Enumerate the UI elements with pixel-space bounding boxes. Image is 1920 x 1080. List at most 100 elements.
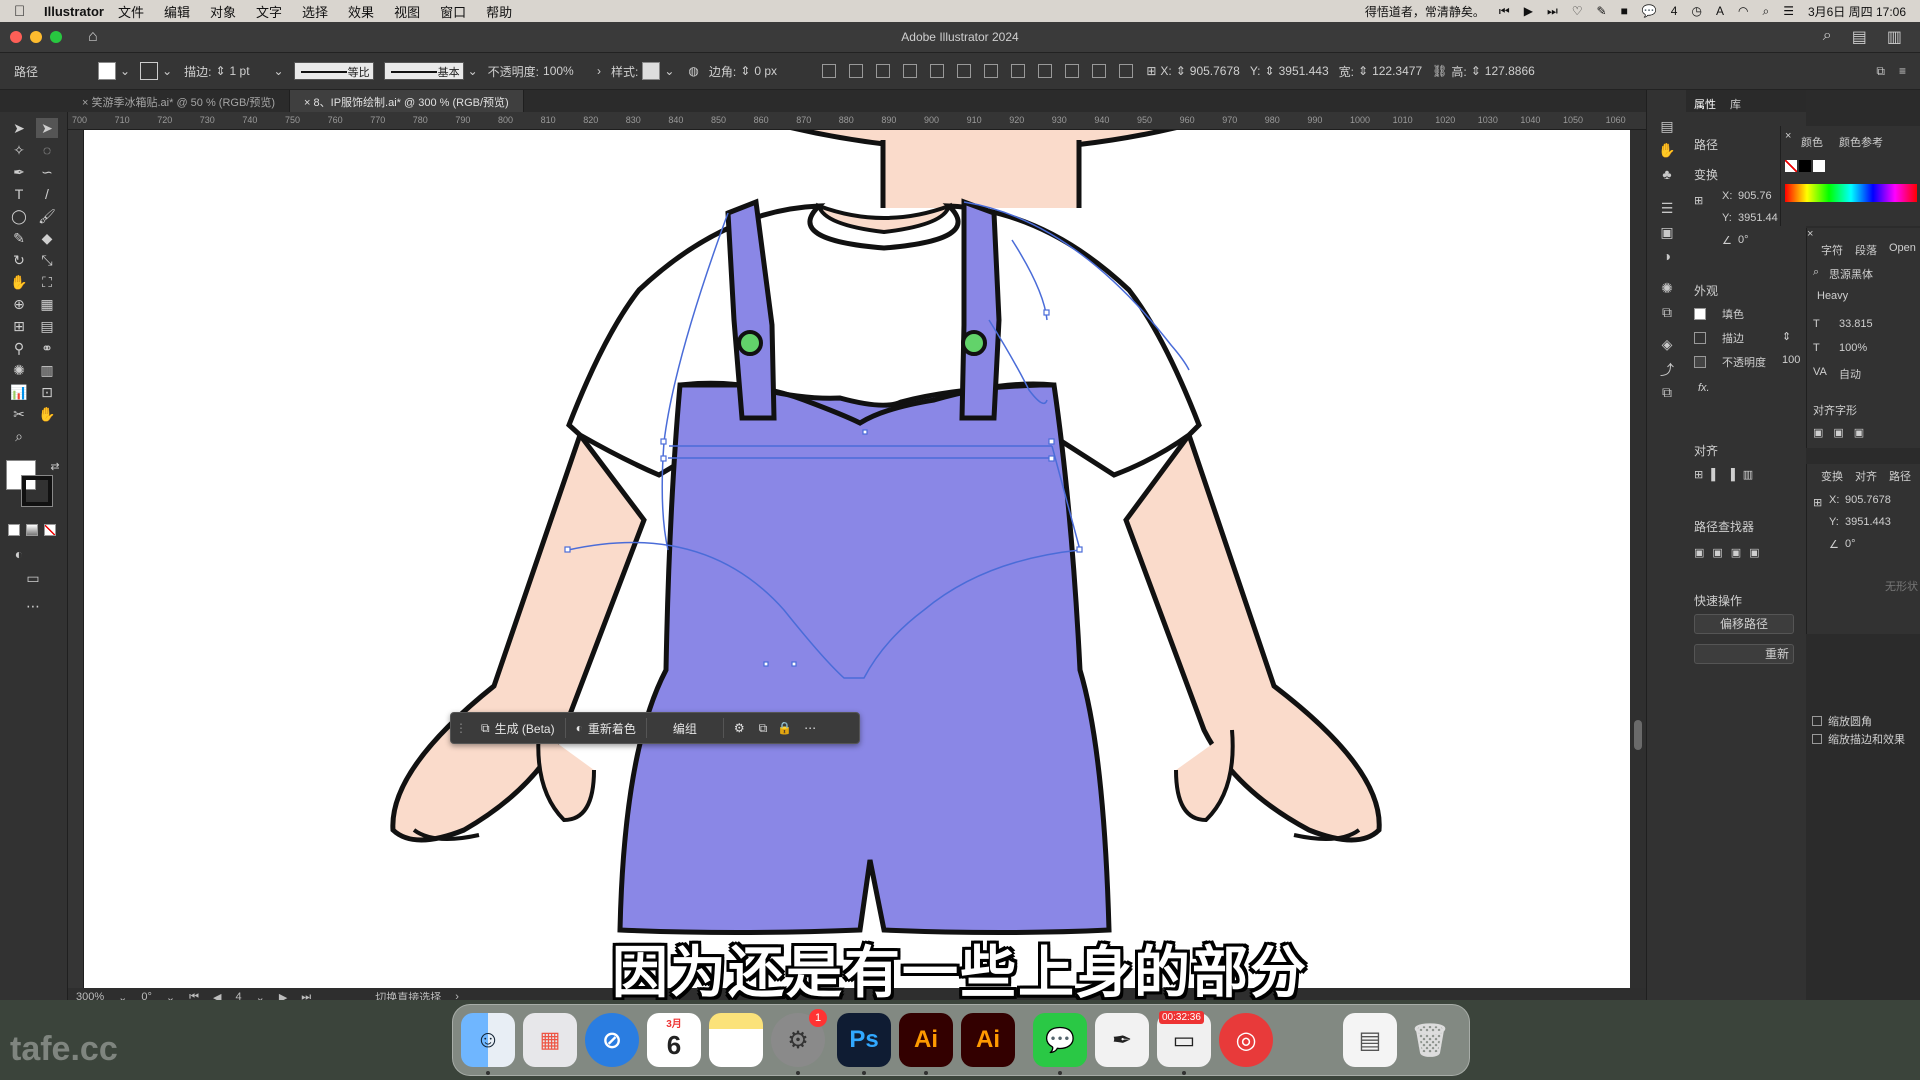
search-icon[interactable]: ⌕ bbox=[1813, 266, 1819, 279]
stepper-icon[interactable]: ⇕ bbox=[740, 64, 750, 78]
artboard[interactable] bbox=[84, 130, 1630, 988]
illustrator-2-icon[interactable]: Ai bbox=[961, 1013, 1015, 1067]
black-swatch[interactable] bbox=[1799, 160, 1811, 172]
wechat-icon[interactable]: 💬 bbox=[1033, 1013, 1087, 1067]
panel-menu-icon[interactable]: ≡ bbox=[1899, 64, 1906, 78]
play-icon[interactable]: ▶ bbox=[1524, 4, 1533, 18]
illustrator-icon[interactable]: Ai bbox=[899, 1013, 953, 1067]
tab-pathfinder[interactable]: 路径 bbox=[1889, 468, 1911, 484]
apple-icon[interactable]:  bbox=[14, 3, 36, 20]
shape-builder-icon[interactable]: ⊕ bbox=[8, 294, 30, 314]
reference-point-icon[interactable]: ⊞ bbox=[1146, 64, 1156, 78]
align-top-icon[interactable] bbox=[930, 64, 945, 78]
selection-tool-icon[interactable]: ➤ bbox=[8, 118, 30, 138]
fx-icon[interactable]: fx. bbox=[1698, 382, 1710, 394]
stepper-icon[interactable]: ⇕ bbox=[215, 64, 225, 78]
search-icon[interactable]: ⌕ bbox=[1762, 4, 1769, 19]
warp-tool-icon[interactable]: ✋ bbox=[8, 272, 30, 292]
chevron-down-icon[interactable]: ⌄ bbox=[120, 64, 130, 78]
curvature-tool-icon[interactable]: ∽ bbox=[36, 162, 58, 182]
stroke-swatch[interactable] bbox=[1694, 332, 1706, 344]
duplicate-icon[interactable]: ⧉ bbox=[755, 716, 772, 740]
properties-panel-icon[interactable]: ▤ bbox=[1658, 118, 1676, 136]
pencil-icon[interactable]: ✎ bbox=[8, 228, 30, 248]
eyedropper-icon[interactable]: ⚲ bbox=[8, 338, 30, 358]
distribute-hcenter-icon[interactable] bbox=[1119, 64, 1134, 78]
generate-beta-button[interactable]: ⧉ 生成 (Beta) bbox=[471, 716, 565, 740]
pathfinder-icons[interactable]: ▣▣▣▣ bbox=[1694, 546, 1768, 559]
free-transform-icon[interactable]: ⛶ bbox=[36, 272, 58, 292]
graphic-styles-icon[interactable]: ⧉ bbox=[1658, 304, 1676, 322]
gradient-panel-icon[interactable]: ▣ bbox=[1658, 224, 1676, 242]
opacity-field[interactable]: 100% bbox=[543, 64, 593, 78]
menu-edit[interactable]: 编辑 bbox=[164, 2, 190, 21]
chevron-down-icon[interactable]: ⌄ bbox=[274, 64, 284, 78]
eraser-icon[interactable]: ◆ bbox=[36, 228, 58, 248]
distribute-icon[interactable] bbox=[822, 64, 837, 78]
graph-tool-icon[interactable]: 📊 bbox=[8, 382, 30, 402]
blend-tool-icon[interactable]: ⚭ bbox=[36, 338, 58, 358]
stepper-icon[interactable]: ⇕ bbox=[1176, 64, 1186, 78]
align-right-icon[interactable] bbox=[903, 64, 918, 78]
more-tools-icon[interactable]: ⋯ bbox=[22, 596, 44, 616]
transform-again-icon[interactable]: ⚙ bbox=[724, 716, 755, 740]
next-track-icon[interactable]: ⏭ bbox=[1547, 4, 1558, 19]
lock-icon[interactable]: 🔒 bbox=[771, 716, 798, 740]
clock-icon[interactable]: ◷ bbox=[1691, 4, 1701, 18]
tab-character[interactable]: 字符 bbox=[1821, 242, 1843, 258]
close-icon[interactable]: × bbox=[1785, 130, 1791, 142]
reference-point-icon[interactable]: ⊞ bbox=[1694, 194, 1703, 207]
tab-properties[interactable]: 属性 bbox=[1694, 96, 1716, 111]
w-field[interactable]: 122.3477 bbox=[1372, 64, 1422, 78]
font-family-field[interactable]: 思源黑体 bbox=[1829, 266, 1873, 282]
safari-icon[interactable]: ⊘ bbox=[585, 1013, 639, 1067]
angle-field[interactable]: 0° bbox=[1845, 538, 1856, 550]
menu-help[interactable]: 帮助 bbox=[486, 2, 512, 21]
symbol-sprayer-icon[interactable]: ✺ bbox=[8, 360, 30, 380]
line-tool-icon[interactable]: / bbox=[36, 184, 58, 204]
recolor-button[interactable]: ◐ 重新着色 bbox=[566, 716, 646, 740]
menu-file[interactable]: 文件 bbox=[118, 2, 144, 21]
y-field[interactable]: 3951.44 bbox=[1738, 212, 1778, 224]
align-bottom-icon[interactable] bbox=[984, 64, 999, 78]
prev-track-icon[interactable]: ⏮ bbox=[1499, 4, 1510, 19]
type-tool-icon[interactable]: T bbox=[8, 184, 30, 204]
opacity-field[interactable]: 100 bbox=[1782, 354, 1800, 366]
launchpad-icon[interactable]: ▦ bbox=[523, 1013, 577, 1067]
trash-icon[interactable]: 🗑 bbox=[1403, 1013, 1457, 1067]
group-button[interactable]: 编组 bbox=[647, 716, 723, 740]
slice-tool-icon[interactable]: ✂ bbox=[8, 404, 30, 424]
menu-effect[interactable]: 效果 bbox=[348, 2, 374, 21]
perspective-grid-icon[interactable]: ▦ bbox=[36, 294, 58, 314]
align-left-icon[interactable] bbox=[849, 64, 864, 78]
menu-object[interactable]: 对象 bbox=[210, 2, 236, 21]
mesh-tool-icon[interactable]: ⊞ bbox=[8, 316, 30, 336]
screen-mode-icon[interactable]: ▭ bbox=[22, 568, 44, 588]
none-swatch[interactable] bbox=[1785, 160, 1797, 172]
tab-opentype[interactable]: Open bbox=[1889, 242, 1916, 254]
x-field[interactable]: 905.76 bbox=[1738, 190, 1772, 202]
gradient-tool-icon[interactable]: ▤ bbox=[36, 316, 58, 336]
pen-icon[interactable]: ✎ bbox=[1597, 4, 1607, 18]
zoom-tool-icon[interactable]: ⌕ bbox=[8, 426, 30, 446]
wifi-icon[interactable]: ◠ bbox=[1738, 4, 1748, 18]
wechat-icon[interactable]: 💬 bbox=[1642, 4, 1657, 18]
stroke-color-swatch[interactable] bbox=[21, 475, 53, 507]
white-swatch[interactable] bbox=[1813, 160, 1825, 172]
scale-tool-icon[interactable]: ⤡ bbox=[36, 250, 58, 270]
leading-field[interactable]: 自动 bbox=[1839, 366, 1861, 382]
transform-icon[interactable]: ⧉ bbox=[1876, 64, 1885, 79]
tab-align[interactable]: 对齐 bbox=[1855, 468, 1877, 484]
stepper-icon[interactable]: ⇕ bbox=[1265, 64, 1275, 78]
document-icon[interactable]: ▤ bbox=[1343, 1013, 1397, 1067]
align-middle-icon[interactable] bbox=[957, 64, 972, 78]
finder-icon[interactable]: ☺ bbox=[461, 1013, 515, 1067]
app-menu[interactable]: Illustrator bbox=[44, 4, 104, 19]
layers-icon[interactable]: ◈ bbox=[1658, 336, 1676, 354]
magic-wand-icon[interactable]: ✧ bbox=[8, 140, 30, 160]
y-field[interactable]: 3951.443 bbox=[1845, 516, 1891, 528]
rotate-tool-icon[interactable]: ↻ bbox=[8, 250, 30, 270]
link-icon[interactable]: ⛓ bbox=[1432, 64, 1447, 78]
stepper-icon[interactable]: ⇕ bbox=[1358, 64, 1368, 78]
paintbrush-icon[interactable]: 🖌 bbox=[36, 206, 58, 226]
